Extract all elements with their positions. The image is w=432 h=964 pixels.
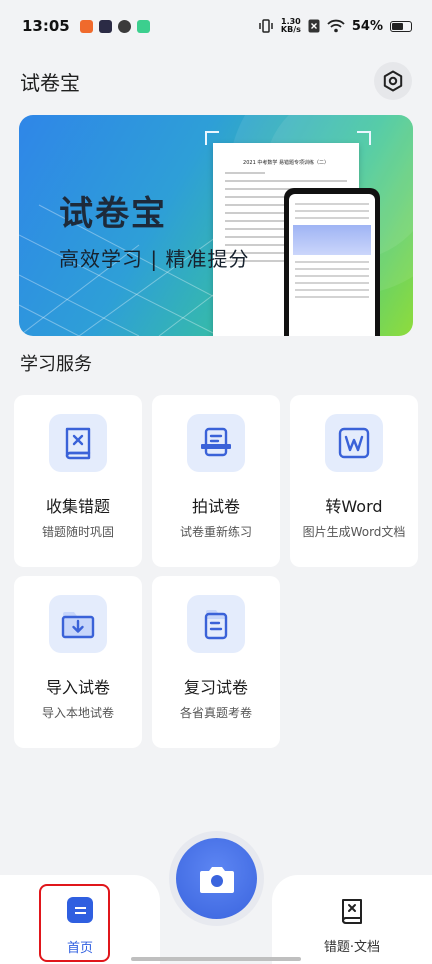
status-time: 13:05 — [22, 17, 70, 35]
service-card-photo-paper[interactable]: 拍试卷 试卷重新练习 — [152, 395, 280, 567]
camera-button[interactable] — [176, 838, 257, 919]
sim-blocked-icon — [308, 19, 320, 33]
import-folder-icon — [49, 595, 107, 653]
net-speed: 1.30 KB/s — [281, 18, 301, 34]
card-subtitle: 各省真题考卷 — [179, 706, 252, 720]
word-doc-icon — [325, 414, 383, 472]
phone-line — [295, 210, 369, 212]
notification-app-icon — [98, 19, 112, 33]
card-title: 复习试卷 — [183, 678, 248, 697]
banner-subtitle: 高效学习 | 精准提分 — [59, 247, 250, 271]
battery-percent: 54% — [351, 18, 383, 34]
phone-highlight — [293, 225, 371, 255]
wifi-icon — [327, 19, 345, 33]
service-card-to-word[interactable]: 转Word 图片生成Word文档 — [290, 395, 418, 567]
promo-banner[interactable]: 2021 中考数学 易错题专项训练（二） 试卷宝 高效学习 | 精准提分 — [19, 115, 413, 336]
section-title-services: 学习服务 — [20, 354, 92, 375]
camera-icon — [199, 866, 234, 893]
review-folder-icon — [187, 595, 245, 653]
phone-line — [295, 261, 369, 263]
paper-line — [225, 180, 347, 182]
paper-line — [225, 172, 265, 174]
card-title: 收集错题 — [45, 497, 110, 516]
phone-line — [295, 217, 369, 219]
status-bar: 13:05 1.30 KB/s 54% — [0, 0, 432, 52]
net-speed-unit: KB/s — [280, 25, 301, 34]
service-card-review-paper[interactable]: 复习试卷 各省真题考卷 — [152, 576, 280, 748]
phone-line — [295, 275, 369, 277]
app-header: 试卷宝 — [0, 58, 432, 104]
scan-frame-corner — [357, 131, 371, 145]
card-subtitle: 试卷重新练习 — [179, 525, 252, 539]
banner-title: 试卷宝 — [59, 194, 167, 234]
service-card-collect-mistakes[interactable]: 收集错题 错题随时巩固 — [14, 395, 142, 567]
phone-line — [295, 296, 369, 298]
gear-icon — [383, 70, 403, 92]
card-subtitle: 错题随时巩固 — [41, 525, 114, 539]
card-subtitle: 导入本地试卷 — [41, 706, 114, 720]
battery-icon — [390, 20, 412, 32]
card-title: 导入试卷 — [45, 678, 110, 697]
page-title: 试卷宝 — [20, 70, 80, 95]
mistake-book-icon — [342, 899, 362, 924]
paper-line — [225, 220, 285, 222]
paper-heading: 2021 中考数学 易错题专项训练（二） — [243, 160, 329, 166]
highlight-annotation-box — [39, 884, 110, 962]
scan-paper-icon — [187, 414, 245, 472]
notification-app-icon — [136, 19, 150, 33]
phone-illustration — [284, 188, 380, 336]
settings-button[interactable] — [374, 62, 412, 100]
phone-line — [295, 282, 369, 284]
phone-line — [295, 203, 369, 205]
card-title: 转Word — [325, 497, 383, 516]
service-card-import-paper[interactable]: 导入试卷 导入本地试卷 — [14, 576, 142, 748]
notification-app-icon — [117, 19, 131, 33]
card-title: 拍试卷 — [191, 497, 240, 516]
phone-line — [295, 289, 369, 291]
home-indicator[interactable] — [131, 957, 301, 961]
tab-mistakes-label: 错题·文档 — [323, 940, 381, 955]
notification-app-icon — [79, 19, 93, 33]
phone-screen — [289, 194, 375, 336]
mistake-book-icon — [49, 414, 107, 472]
card-subtitle: 图片生成Word文档 — [302, 525, 406, 539]
vibrate-icon — [259, 19, 273, 33]
tab-mistakes-docs[interactable]: 错题·文档 — [272, 875, 432, 964]
phone-line — [295, 268, 369, 270]
